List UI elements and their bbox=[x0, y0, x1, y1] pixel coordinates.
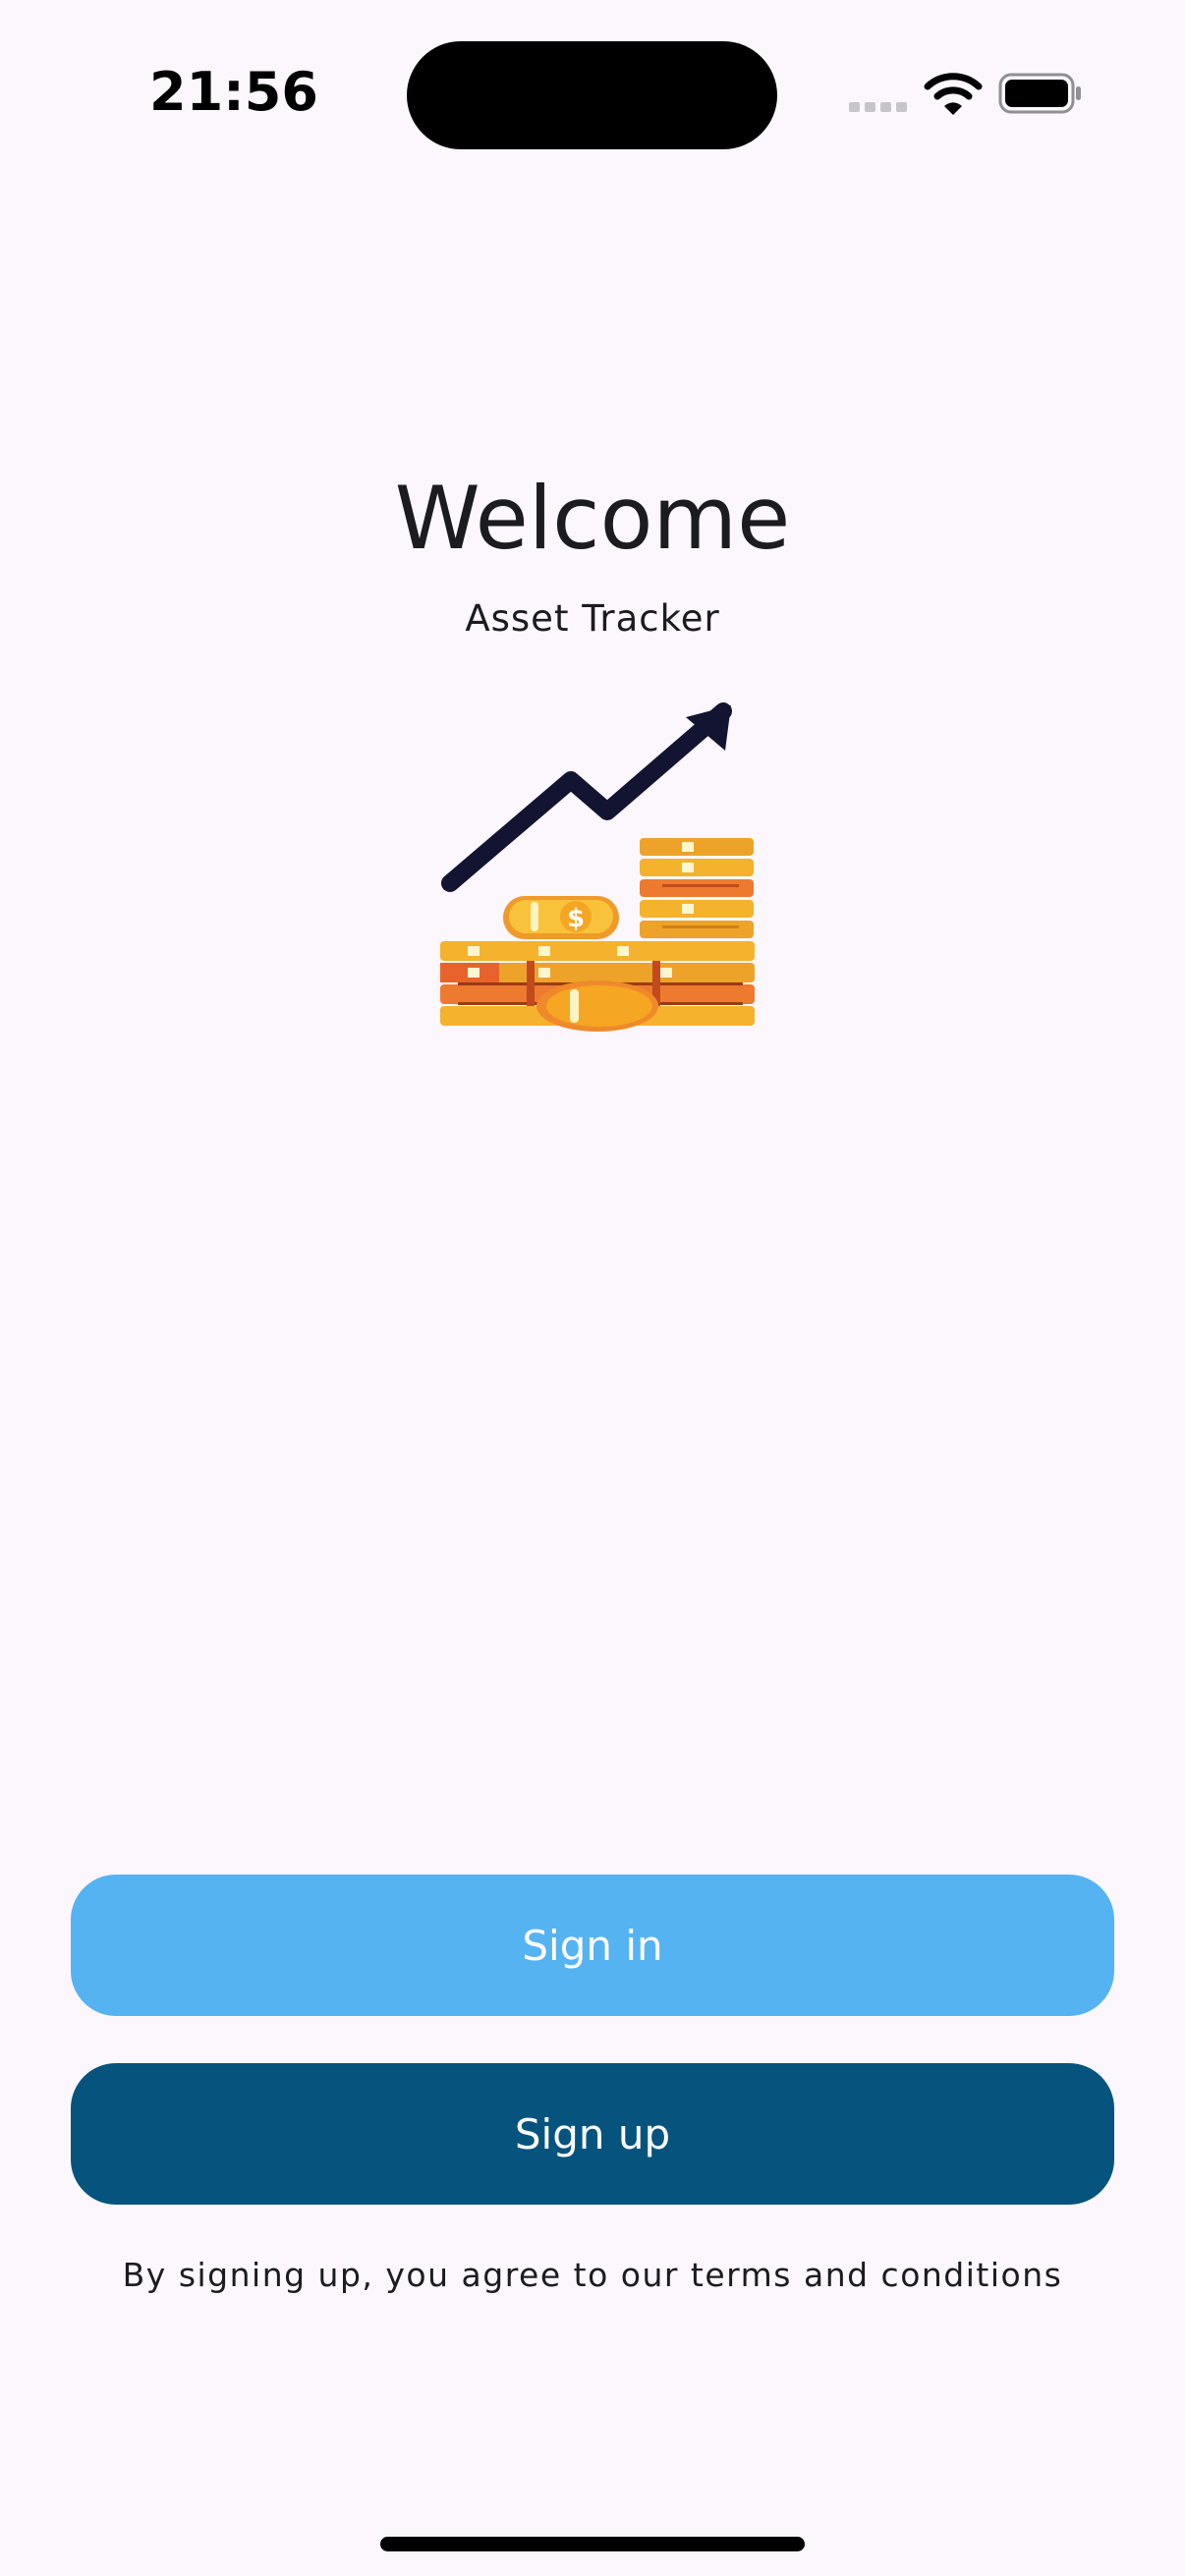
status-time: 21:56 bbox=[149, 61, 318, 123]
home-indicator[interactable] bbox=[380, 2537, 805, 2551]
welcome-title: Welcome bbox=[394, 468, 791, 569]
wifi-icon bbox=[924, 73, 983, 115]
sign-in-button[interactable]: Sign in bbox=[71, 1875, 1114, 2016]
status-bar: 21:56 bbox=[0, 0, 1185, 196]
battery-icon bbox=[998, 73, 1081, 114]
terms-text[interactable]: By signing up, you agree to our terms an… bbox=[0, 2250, 1185, 2301]
svg-text:$: $ bbox=[567, 904, 585, 933]
growth-coins-illustration: $ bbox=[440, 702, 755, 1032]
sign-up-button[interactable]: Sign up bbox=[71, 2063, 1114, 2205]
dynamic-island bbox=[407, 41, 777, 149]
cellular-signal-icon bbox=[849, 102, 907, 112]
app-subtitle: Asset Tracker bbox=[465, 597, 720, 640]
